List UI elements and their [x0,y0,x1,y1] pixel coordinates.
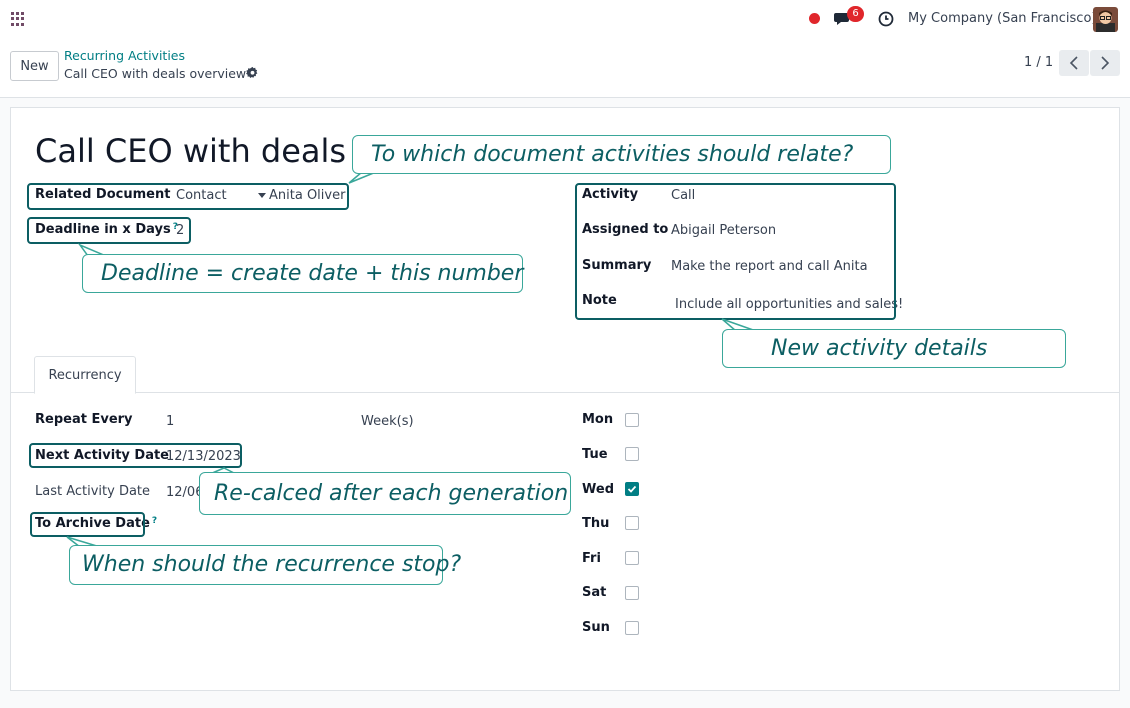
summary-field[interactable]: Make the report and call Anita [671,259,868,274]
help-tooltip-icon[interactable]: ? [152,516,157,526]
assigned-to-label: Assigned to [582,222,669,237]
top-navbar: 6 My Company (San Francisco) [0,0,1130,38]
weekday-checkbox-tue[interactable] [625,447,639,461]
callout-deadline: Deadline = create date + this number [82,254,523,293]
deadline-days-input[interactable]: 2 [176,223,184,238]
weekday-label-tue: Tue [582,447,608,462]
weekday-checkbox-mon[interactable] [625,413,639,427]
chevron-left-icon [1069,56,1078,70]
user-avatar[interactable] [1093,7,1118,32]
next-activity-date-input[interactable]: 12/13/2023 [166,449,241,464]
weekday-label-sat: Sat [582,585,607,600]
pager-next-button[interactable] [1090,50,1120,76]
gear-icon[interactable] [246,66,259,79]
weekday-label-wed: Wed [582,482,614,497]
archive-date-label: To Archive Date? [35,516,158,531]
caret-down-icon [258,193,266,198]
assigned-to-field[interactable]: Abigail Peterson [671,223,776,238]
messages-badge: 6 [847,6,864,22]
related-record-field[interactable]: Anita Oliver [269,188,345,203]
weekday-label-thu: Thu [582,516,610,531]
weekday-checkbox-sat[interactable] [625,586,639,600]
callout-relate: To which document activities should rela… [352,135,891,174]
activity-clock-icon[interactable] [878,11,894,27]
summary-label: Summary [582,258,652,273]
weekday-checkbox-thu[interactable] [625,516,639,530]
weekday-label-fri: Fri [582,551,601,566]
deadline-days-label: Deadline in x Days? [35,222,178,237]
repeat-every-label: Repeat Every [35,412,133,427]
apps-grid-icon[interactable] [11,12,25,26]
repeat-every-input[interactable]: 1 [166,414,174,429]
last-activity-date-label: Last Activity Date [35,484,151,499]
next-activity-date-label: Next Activity Date [35,448,169,463]
tab-strip [11,392,1119,393]
checkmark-icon [627,485,637,493]
callout-recalc: Re-calced after each generation [199,472,571,515]
pager-previous-button[interactable] [1059,50,1089,76]
related-document-label: Related Document [35,187,171,202]
form-sheet: Call CEO with deals overview Related Doc… [10,107,1120,691]
weekday-label-mon: Mon [582,412,614,427]
record-title[interactable]: Call CEO with deals overview [35,132,355,170]
company-switcher[interactable]: My Company (San Francisco) [908,11,1096,26]
weekday-checkbox-wed[interactable] [625,482,639,496]
last-activity-date-value: 12/06 [166,485,204,500]
activity-type-field[interactable]: Call [671,188,695,203]
note-label: Note [582,293,617,308]
tab-recurrency[interactable]: Recurrency [34,356,136,394]
callout-archive: When should the recurrence stop? [69,545,461,585]
callout-activity-details: New activity details [722,329,1066,368]
weekday-checkbox-sun[interactable] [625,621,639,635]
note-field[interactable]: Include all opportunities and sales! [675,297,903,312]
recording-indicator-icon[interactable] [809,13,820,24]
pager-value[interactable]: 1 / 1 [1024,55,1053,70]
chevron-right-icon [1101,56,1110,70]
breadcrumb-parent-link[interactable]: Recurring Activities [64,48,185,63]
control-panel: New Recurring Activities Call CEO with d… [0,38,1130,98]
repeat-unit-select[interactable]: Week(s) [361,414,414,429]
weekday-checkbox-fri[interactable] [625,551,639,565]
related-model-select[interactable]: Contact [176,188,227,203]
weekday-label-sun: Sun [582,620,610,635]
new-button[interactable]: New [10,51,59,81]
breadcrumb-current: Call CEO with deals overview [64,66,247,81]
activity-label: Activity [582,187,639,202]
